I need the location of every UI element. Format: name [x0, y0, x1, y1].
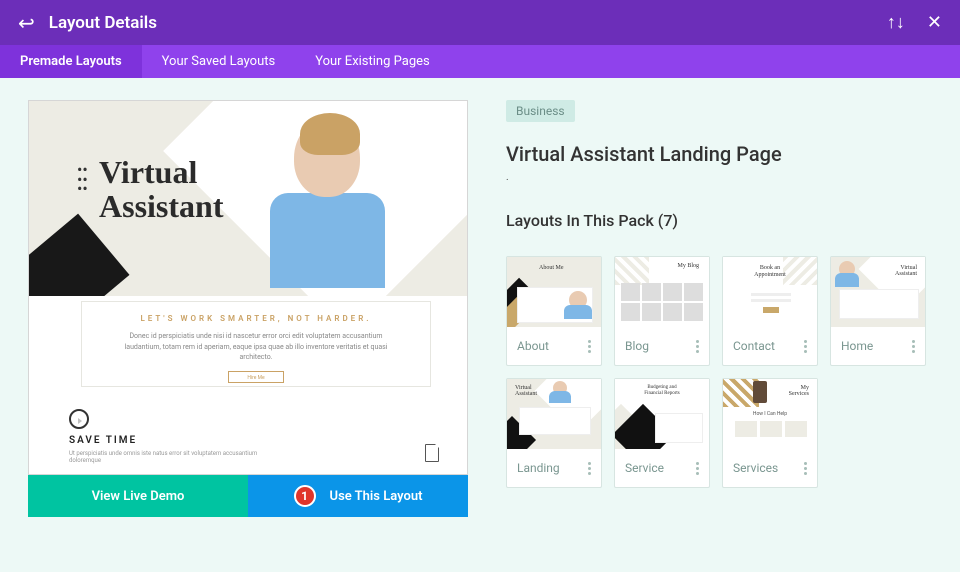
pack-cards: About Me About My Blog Blog [506, 256, 932, 488]
avatar-head [294, 119, 360, 197]
feature-desc: Ut perspiciatis unde omnis iste natus er… [69, 450, 269, 464]
thumb-home: VirtualAssistant [831, 257, 925, 327]
preview-feature: SAVE TIME Ut perspiciatis unde omnis ist… [69, 409, 269, 464]
kebab-icon[interactable] [588, 462, 591, 475]
card-label: Landing [517, 461, 560, 475]
kebab-icon[interactable] [696, 340, 699, 353]
modal-header: ↩ Layout Details ↑↓ ✕ [0, 0, 960, 45]
card-footer: Home [831, 327, 925, 365]
feature-title: SAVE TIME [69, 435, 269, 446]
thumb-services: MyServices How I Can Help [723, 379, 817, 449]
use-layout-label: Use This Layout [330, 489, 423, 504]
content-area: • •• •• • VirtualAssistant LET'S WORK SM… [0, 78, 960, 572]
tab-premade-layouts[interactable]: Premade Layouts [0, 45, 142, 78]
details-column: Business Virtual Assistant Landing Page … [506, 100, 932, 554]
sort-icon[interactable]: ↑↓ [887, 12, 905, 33]
kebab-icon[interactable] [588, 340, 591, 353]
close-icon[interactable]: ✕ [927, 12, 942, 33]
card-service[interactable]: Budgeting andFinancial Reports Service [614, 378, 710, 488]
card-footer: Blog [615, 327, 709, 365]
thumb-about: About Me [507, 257, 601, 327]
category-chip[interactable]: Business [506, 100, 575, 122]
card-label: About [517, 339, 549, 353]
kebab-icon[interactable] [804, 340, 807, 353]
hero-heading: VirtualAssistant [99, 156, 223, 223]
card-services[interactable]: MyServices How I Can Help Services [722, 378, 818, 488]
card-about[interactable]: About Me About [506, 256, 602, 366]
avatar-body [270, 193, 385, 288]
card-label: Home [841, 339, 873, 353]
thumb-landing: VirtualAssistant [507, 379, 601, 449]
hero-dots: • •• •• • [77, 165, 86, 194]
layout-preview: • •• •• • VirtualAssistant LET'S WORK SM… [28, 100, 468, 475]
card-contact[interactable]: Book anAppointment Contact [722, 256, 818, 366]
preview-tagline: LET'S WORK SMARTER, NOT HARDER. [82, 314, 430, 323]
view-live-demo-button[interactable]: View Live Demo [28, 475, 248, 517]
separator-dot: . [506, 172, 932, 183]
preview-actions: View Live Demo 1 Use This Layout [28, 475, 468, 517]
card-label: Blog [625, 339, 649, 353]
card-footer: Contact [723, 327, 817, 365]
card-label: Service [625, 461, 664, 475]
thumb-service: Budgeting andFinancial Reports [615, 379, 709, 449]
avatar-hair [300, 113, 360, 155]
card-footer: Services [723, 449, 817, 487]
modal-title: Layout Details [49, 13, 887, 33]
pack-heading: Layouts In This Pack (7) [506, 211, 932, 230]
preview-hire-button: Hire Me [228, 371, 284, 383]
clock-icon [69, 409, 89, 429]
card-footer: About [507, 327, 601, 365]
layout-title: Virtual Assistant Landing Page [506, 142, 932, 166]
kebab-icon[interactable] [804, 462, 807, 475]
card-label: Contact [733, 339, 775, 353]
card-label: Services [733, 461, 778, 475]
preview-description: Donec id perspiciatis unde nisi id nasce… [82, 331, 430, 363]
tabs-bar: Premade Layouts Your Saved Layouts Your … [0, 45, 960, 78]
card-landing[interactable]: VirtualAssistant Landing [506, 378, 602, 488]
preview-hero: • •• •• • VirtualAssistant [29, 101, 467, 296]
use-this-layout-button[interactable]: 1 Use This Layout [248, 475, 468, 517]
step-badge: 1 [294, 485, 316, 507]
back-icon[interactable]: ↩ [18, 11, 35, 35]
thumb-blog: My Blog [615, 257, 709, 327]
card-blog[interactable]: My Blog Blog [614, 256, 710, 366]
card-footer: Landing [507, 449, 601, 487]
preview-column: • •• •• • VirtualAssistant LET'S WORK SM… [28, 100, 468, 554]
hero-shape-dark [29, 214, 130, 296]
tab-saved-layouts[interactable]: Your Saved Layouts [142, 45, 296, 78]
card-footer: Service [615, 449, 709, 487]
card-home[interactable]: VirtualAssistant Home [830, 256, 926, 366]
thumb-contact: Book anAppointment [723, 257, 817, 327]
kebab-icon[interactable] [912, 340, 915, 353]
tab-existing-pages[interactable]: Your Existing Pages [295, 45, 450, 78]
preview-card: LET'S WORK SMARTER, NOT HARDER. Donec id… [81, 301, 431, 387]
kebab-icon[interactable] [696, 462, 699, 475]
page-icon [425, 444, 439, 462]
hero-person [267, 119, 387, 296]
header-actions: ↑↓ ✕ [887, 12, 942, 33]
